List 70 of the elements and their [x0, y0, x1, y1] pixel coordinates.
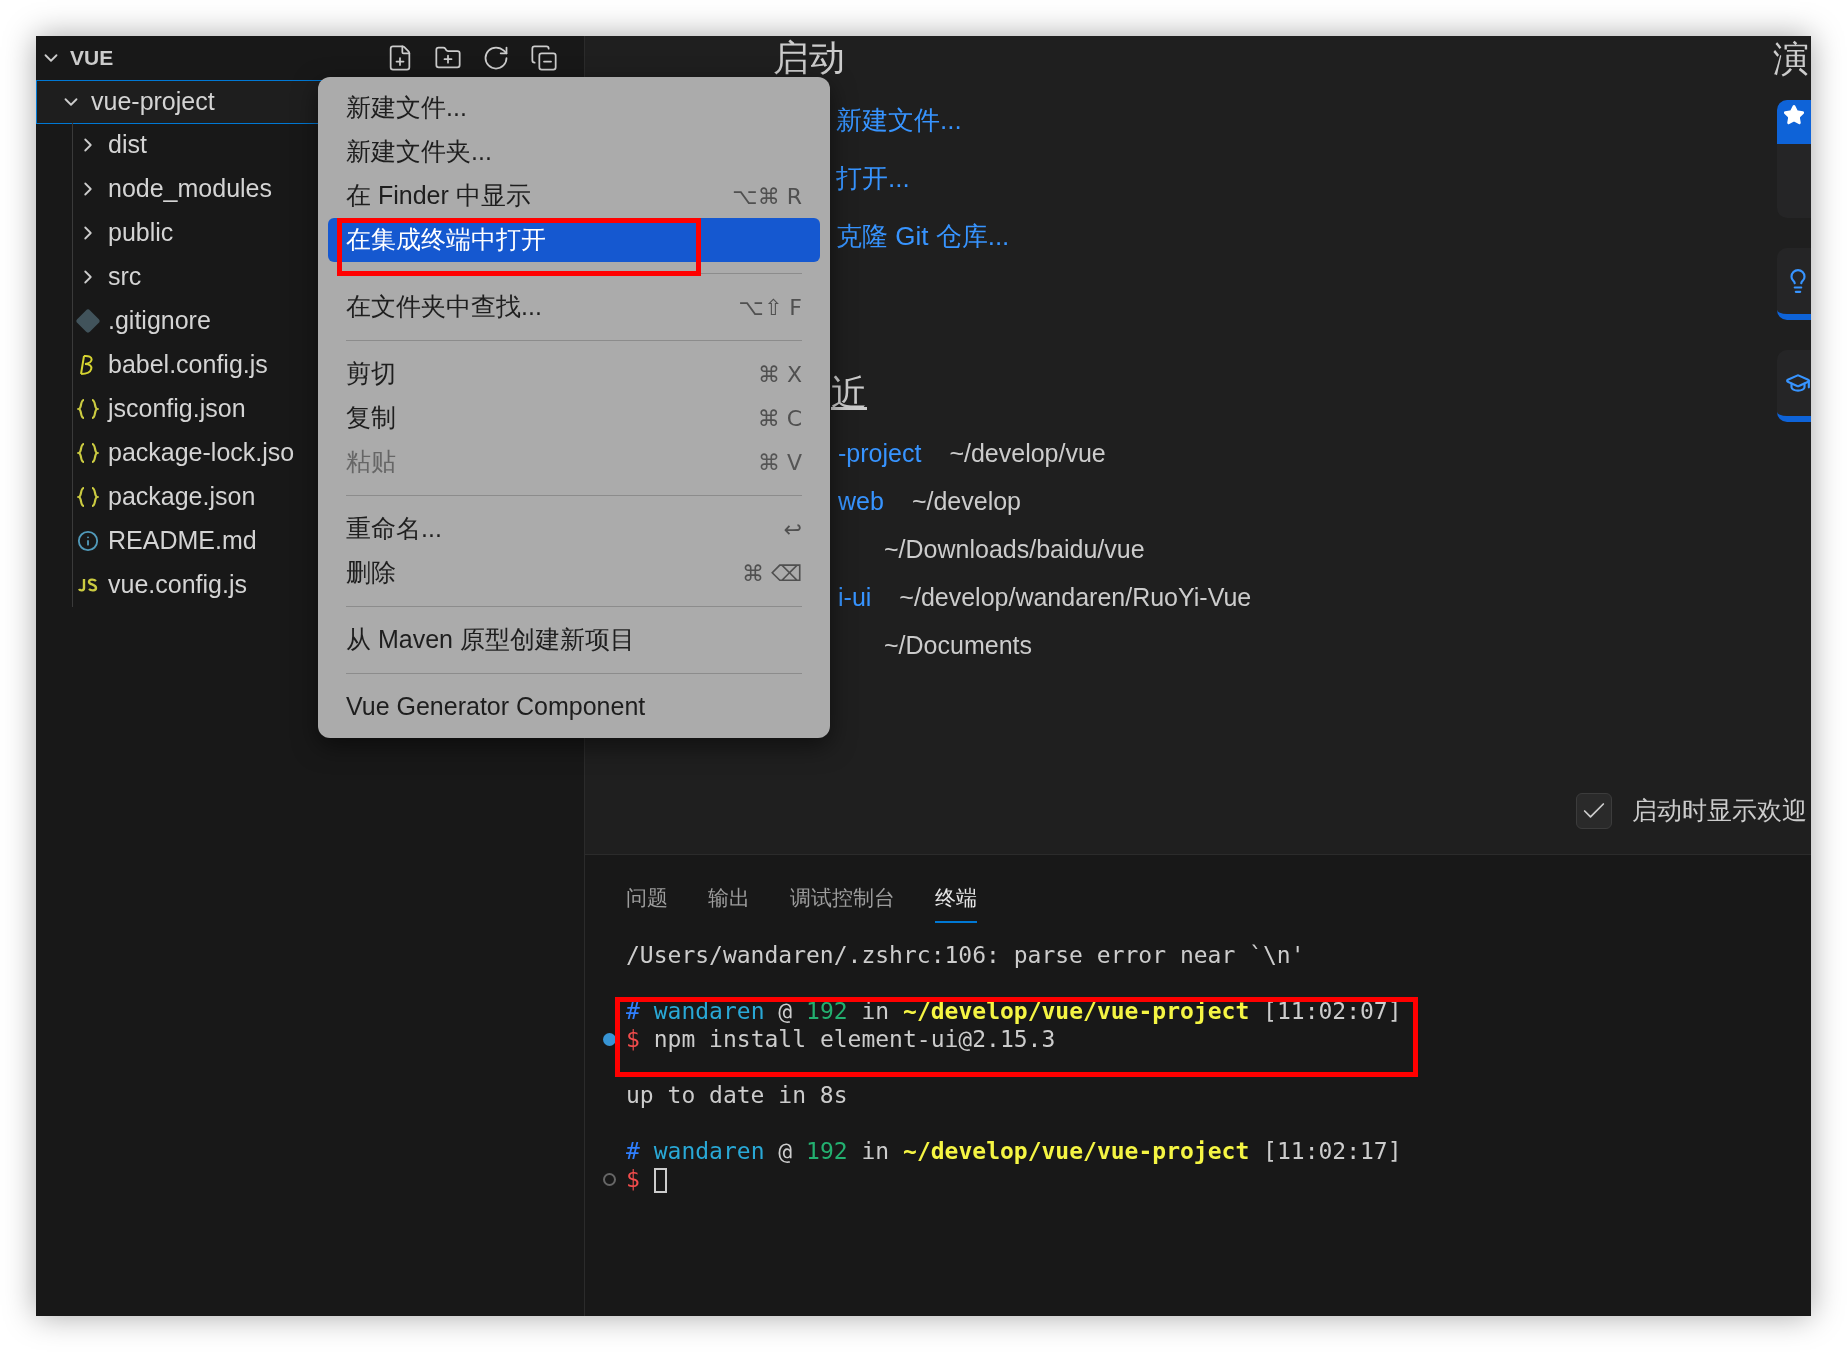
- tree-item-label: vue.config.js: [108, 569, 247, 601]
- tree-item-label: dist: [108, 129, 147, 161]
- walkthrough-card[interactable]: [1777, 100, 1811, 218]
- star-ribbon-icon: [1777, 100, 1811, 144]
- js-file-icon: [77, 577, 99, 593]
- terminal-text: $: [626, 1026, 640, 1052]
- terminal-text: @: [778, 998, 793, 1024]
- recent-project-path: ~/develop: [911, 486, 1021, 518]
- terminal-text: ~/develop/vue/vue-project: [903, 1138, 1250, 1164]
- tree-item-label: jsconfig.json: [108, 393, 246, 425]
- recent-project-path: ~/develop/wandaren/RuoYi-Vue: [899, 582, 1252, 614]
- braces-icon: [77, 397, 99, 421]
- recent-project-path: ~/develop/vue: [949, 438, 1106, 470]
- menu-item[interactable]: 从 Maven 原型创建新项目: [328, 618, 820, 662]
- terminal-text: wandaren: [653, 1138, 765, 1164]
- terminal-text: /Users/wandaren/.zshrc:106: parse error near `\n': [626, 942, 1305, 968]
- menu-item[interactable]: 新建文件夹...: [328, 130, 820, 174]
- panel-tab[interactable]: 调试控制台: [790, 875, 895, 923]
- terminal-text: 192: [806, 998, 848, 1024]
- terminal-text: wandaren: [653, 998, 765, 1024]
- section-heading: 演: [1773, 37, 1809, 81]
- menu-item[interactable]: 在文件夹中查找... ⌥⇧ F: [328, 285, 820, 329]
- terminal-text: 192: [806, 1138, 848, 1164]
- terminal-text: in: [861, 998, 890, 1024]
- info-icon: [77, 530, 99, 552]
- tree-item-label: package-lock.jso: [108, 437, 295, 469]
- braces-icon: [77, 441, 99, 465]
- terminal-text: @: [778, 1138, 793, 1164]
- recent-project-link[interactable]: i-ui: [838, 579, 872, 617]
- checkbox[interactable]: [1576, 792, 1612, 829]
- recent-project-link[interactable]: -project: [838, 435, 922, 473]
- menu-item[interactable]: 在 Finder 中显示 ⌥⌘ R: [328, 174, 820, 218]
- menu-item[interactable]: Vue Generator Component: [328, 685, 820, 729]
- refresh-icon[interactable]: [482, 44, 510, 72]
- terminal-text: up to date in 8s: [626, 1082, 848, 1108]
- start-link[interactable]: 新建文件...: [836, 102, 1010, 138]
- menu-item[interactable]: 剪切 ⌘ X: [328, 352, 820, 396]
- start-link[interactable]: 打开...: [836, 160, 1010, 196]
- terminal-text: [11:02:17]: [1263, 1138, 1402, 1164]
- panel-tab[interactable]: 终端: [935, 875, 977, 923]
- section-heading: 近: [831, 371, 867, 415]
- terminal-text: in: [861, 1138, 890, 1164]
- terminal-text: $: [626, 1166, 640, 1192]
- tree-item-label: babel.config.js: [108, 349, 268, 381]
- terminal-text: #: [626, 1138, 640, 1164]
- section-title: VUE: [70, 45, 114, 72]
- tree-item-label: src: [108, 261, 142, 293]
- menu-item[interactable]: 复制 ⌘ C: [328, 396, 820, 440]
- tree-item-label: vue-project: [91, 86, 215, 118]
- tree-item-label: package.json: [108, 481, 256, 513]
- menu-item[interactable]: 删除 ⌘ ⌫: [328, 551, 820, 595]
- section-heading: 启动: [773, 36, 846, 80]
- tree-item-label: public: [108, 217, 174, 249]
- braces-icon: [77, 485, 99, 509]
- tree-item-label: node_modules: [108, 173, 272, 205]
- panel-tab[interactable]: 问题: [626, 875, 668, 923]
- start-link[interactable]: 克隆 Git 仓库...: [836, 218, 1010, 254]
- collapse-all-icon[interactable]: [530, 44, 558, 72]
- terminal-text: [11:02:07]: [1263, 998, 1402, 1024]
- recent-project-path: ~/Documents: [884, 630, 1032, 662]
- menu-item[interactable]: 重命名... ↩: [328, 507, 820, 551]
- checkbox-label: 启动时显示欢迎: [1632, 795, 1808, 826]
- recent-project-link[interactable]: web: [838, 483, 884, 521]
- terminal-text: ~/develop/vue/vue-project: [903, 998, 1250, 1024]
- tree-item-label: .gitignore: [108, 305, 211, 337]
- recent-project-path: ~/Downloads/baidu/vue: [884, 534, 1145, 566]
- terminal-text: #: [626, 998, 640, 1024]
- tree-item-label: README.md: [108, 525, 257, 557]
- panel-tab[interactable]: 输出: [708, 875, 750, 923]
- terminal-text: npm install element-ui@2.15.3: [653, 1026, 1056, 1052]
